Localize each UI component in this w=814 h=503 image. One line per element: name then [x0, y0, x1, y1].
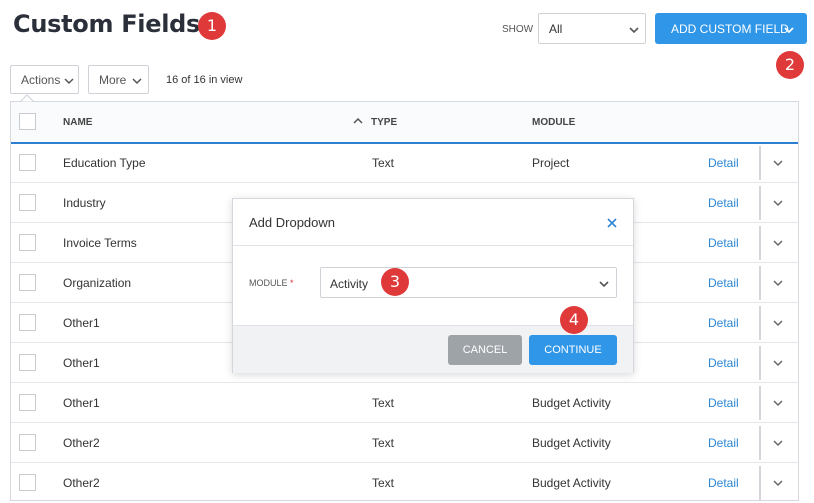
module-select-value: Activity — [330, 277, 369, 291]
row-checkbox[interactable] — [19, 474, 36, 491]
dropdown-pointer-icon — [20, 94, 34, 102]
show-label: SHOW — [502, 24, 534, 35]
row-module: Budget Activity — [532, 396, 611, 410]
row-name: Other1 — [63, 356, 100, 370]
row-detail-link[interactable]: Detail — [708, 276, 739, 290]
row-checkbox[interactable] — [19, 154, 36, 171]
actions-label: Actions — [21, 73, 61, 87]
row-detail-link[interactable]: Detail — [708, 476, 739, 490]
chevron-down-icon — [132, 78, 142, 85]
row-module: Project — [532, 156, 570, 170]
module-label-text: MODULE — [249, 278, 288, 288]
row-divider — [759, 426, 761, 460]
row-detail-link[interactable]: Detail — [708, 236, 739, 250]
required-indicator: * — [290, 278, 294, 288]
row-detail-link[interactable]: Detail — [708, 396, 739, 410]
actions-dropdown[interactable]: Actions — [10, 65, 79, 94]
chevron-down-icon — [784, 27, 794, 34]
row-name: Other1 — [63, 396, 100, 410]
cancel-button[interactable]: CANCEL — [448, 335, 522, 365]
row-menu-chevron-icon[interactable] — [772, 279, 784, 287]
page-title: Custom Fields — [13, 10, 200, 38]
row-divider — [759, 386, 761, 420]
row-name: Other2 — [63, 476, 100, 490]
row-module: Budget Activity — [532, 436, 611, 450]
row-menu-chevron-icon[interactable] — [772, 239, 784, 247]
more-label: More — [99, 73, 127, 87]
row-detail-link[interactable]: Detail — [708, 356, 739, 370]
row-checkbox[interactable] — [19, 194, 36, 211]
chevron-down-icon — [629, 27, 639, 34]
row-separator — [11, 462, 798, 463]
chevron-down-icon — [64, 78, 74, 85]
sort-ascending-icon[interactable] — [353, 117, 363, 124]
annotation-badge-2: 2 — [776, 51, 804, 79]
module-select[interactable]: Activity — [320, 267, 617, 298]
row-divider — [759, 146, 761, 180]
annotation-badge-4: 4 — [560, 306, 588, 334]
row-checkbox[interactable] — [19, 314, 36, 331]
row-detail-link[interactable]: Detail — [708, 196, 739, 210]
row-divider — [759, 186, 761, 220]
row-name: Education Type — [63, 156, 146, 170]
row-name: Organization — [63, 276, 132, 290]
row-type: Text — [372, 156, 395, 170]
row-menu-chevron-icon[interactable] — [772, 439, 784, 447]
column-header-type[interactable]: TYPE — [371, 117, 397, 128]
row-divider — [759, 346, 761, 380]
row-type: Text — [372, 436, 395, 450]
row-name: Other2 — [63, 436, 100, 450]
row-module: Budget Activity — [532, 476, 611, 490]
row-name: Other1 — [63, 316, 100, 330]
select-all-checkbox[interactable] — [19, 113, 36, 130]
row-type: Text — [372, 476, 395, 490]
row-menu-chevron-icon[interactable] — [772, 479, 784, 487]
chevron-down-icon — [599, 281, 609, 288]
row-separator — [11, 422, 798, 423]
row-divider — [759, 266, 761, 300]
module-field-label: MODULE * — [249, 278, 294, 288]
row-detail-link[interactable]: Detail — [708, 436, 739, 450]
row-checkbox[interactable] — [19, 354, 36, 371]
row-menu-chevron-icon[interactable] — [772, 359, 784, 367]
row-divider — [759, 306, 761, 340]
add-custom-field-button[interactable]: ADD CUSTOM FIELD — [655, 13, 807, 44]
table-header — [11, 102, 798, 144]
show-filter-select[interactable]: All — [538, 13, 646, 44]
continue-button[interactable]: CONTINUE — [529, 335, 617, 365]
in-view-count: 16 of 16 in view — [166, 74, 243, 86]
row-checkbox[interactable] — [19, 234, 36, 251]
annotation-badge-3: 3 — [381, 268, 409, 296]
row-divider — [759, 466, 761, 500]
annotation-badge-1: 1 — [198, 12, 226, 40]
add-custom-field-label: ADD CUSTOM FIELD — [671, 22, 789, 36]
row-type: Text — [372, 396, 395, 410]
row-separator — [11, 182, 798, 183]
row-checkbox[interactable] — [19, 394, 36, 411]
column-header-name[interactable]: NAME — [63, 117, 92, 128]
row-checkbox[interactable] — [19, 434, 36, 451]
show-filter-value: All — [549, 22, 563, 36]
row-detail-link[interactable]: Detail — [708, 156, 739, 170]
more-dropdown[interactable]: More — [88, 65, 149, 94]
row-divider — [759, 226, 761, 260]
row-menu-chevron-icon[interactable] — [772, 399, 784, 407]
row-checkbox[interactable] — [19, 274, 36, 291]
row-name: Invoice Terms — [63, 236, 137, 250]
row-detail-link[interactable]: Detail — [708, 316, 739, 330]
row-separator — [11, 382, 798, 383]
modal-title: Add Dropdown — [249, 215, 335, 230]
row-menu-chevron-icon[interactable] — [772, 199, 784, 207]
row-menu-chevron-icon[interactable] — [772, 159, 784, 167]
row-menu-chevron-icon[interactable] — [772, 319, 784, 327]
row-name: Industry — [63, 196, 106, 210]
column-header-module[interactable]: MODULE — [532, 117, 575, 128]
close-icon[interactable] — [605, 216, 619, 230]
